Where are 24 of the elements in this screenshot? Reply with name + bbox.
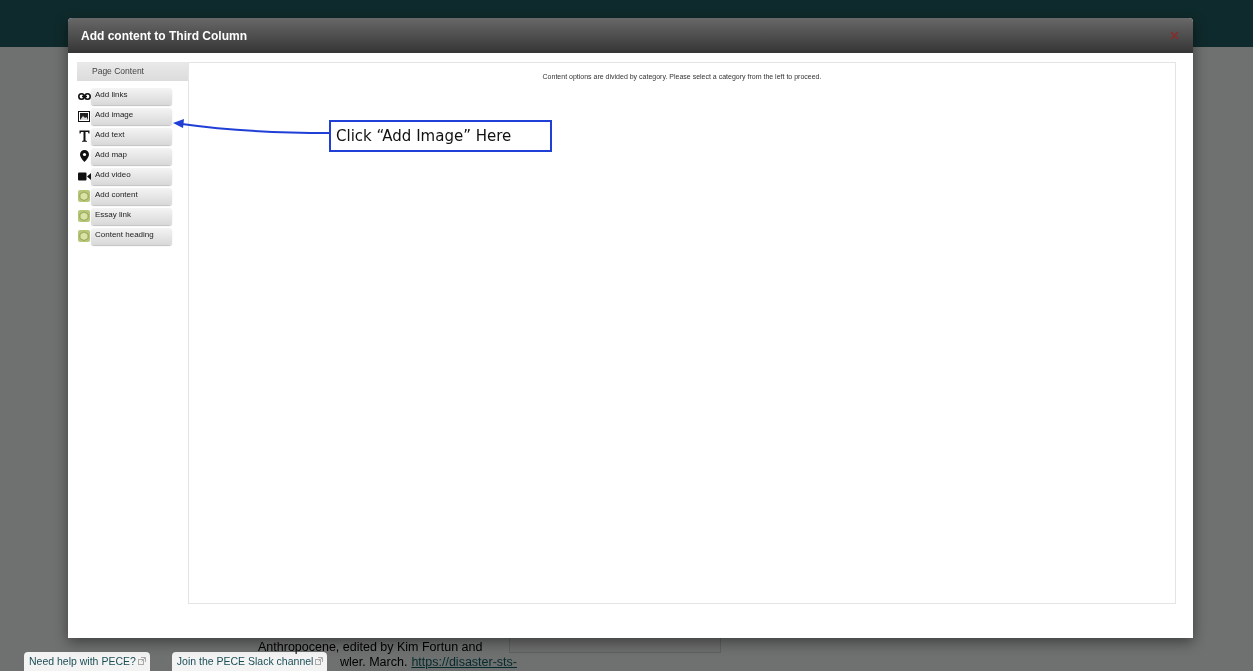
body-text: wler. March. bbox=[340, 655, 408, 670]
external-link-icon bbox=[137, 657, 146, 665]
help-link[interactable]: Need help with PECE? bbox=[24, 652, 150, 671]
letter-t-icon bbox=[78, 130, 90, 142]
cube-icon bbox=[78, 230, 90, 242]
video-camera-icon bbox=[77, 171, 91, 181]
external-link-icon bbox=[315, 657, 324, 665]
sidebar-item[interactable]: Add links bbox=[91, 87, 172, 105]
map-pin-icon bbox=[79, 150, 89, 162]
cube-icon bbox=[78, 210, 90, 222]
image-icon bbox=[78, 110, 90, 122]
sidebar-heading: Page Content bbox=[77, 62, 188, 81]
annotation-label: Click “Add Image” Here bbox=[329, 120, 552, 152]
sidebar-item[interactable]: Add video bbox=[91, 167, 172, 185]
cube-icon bbox=[78, 190, 90, 202]
sidebar-item[interactable]: Add map bbox=[91, 147, 172, 165]
link-icon bbox=[77, 92, 91, 100]
sidebar-item[interactable]: Essay link bbox=[91, 207, 172, 225]
sidebar-item[interactable]: Add content bbox=[91, 187, 172, 205]
sidebar-item[interactable]: Content heading bbox=[91, 227, 172, 245]
sidebar-item[interactable]: Add image bbox=[91, 107, 172, 125]
body-text: Anthropocene, edited by Kim Fortun and bbox=[258, 640, 484, 655]
sidebar-item[interactable]: Add text bbox=[91, 127, 172, 145]
dialog-title: Add content to Third Column bbox=[81, 28, 247, 43]
